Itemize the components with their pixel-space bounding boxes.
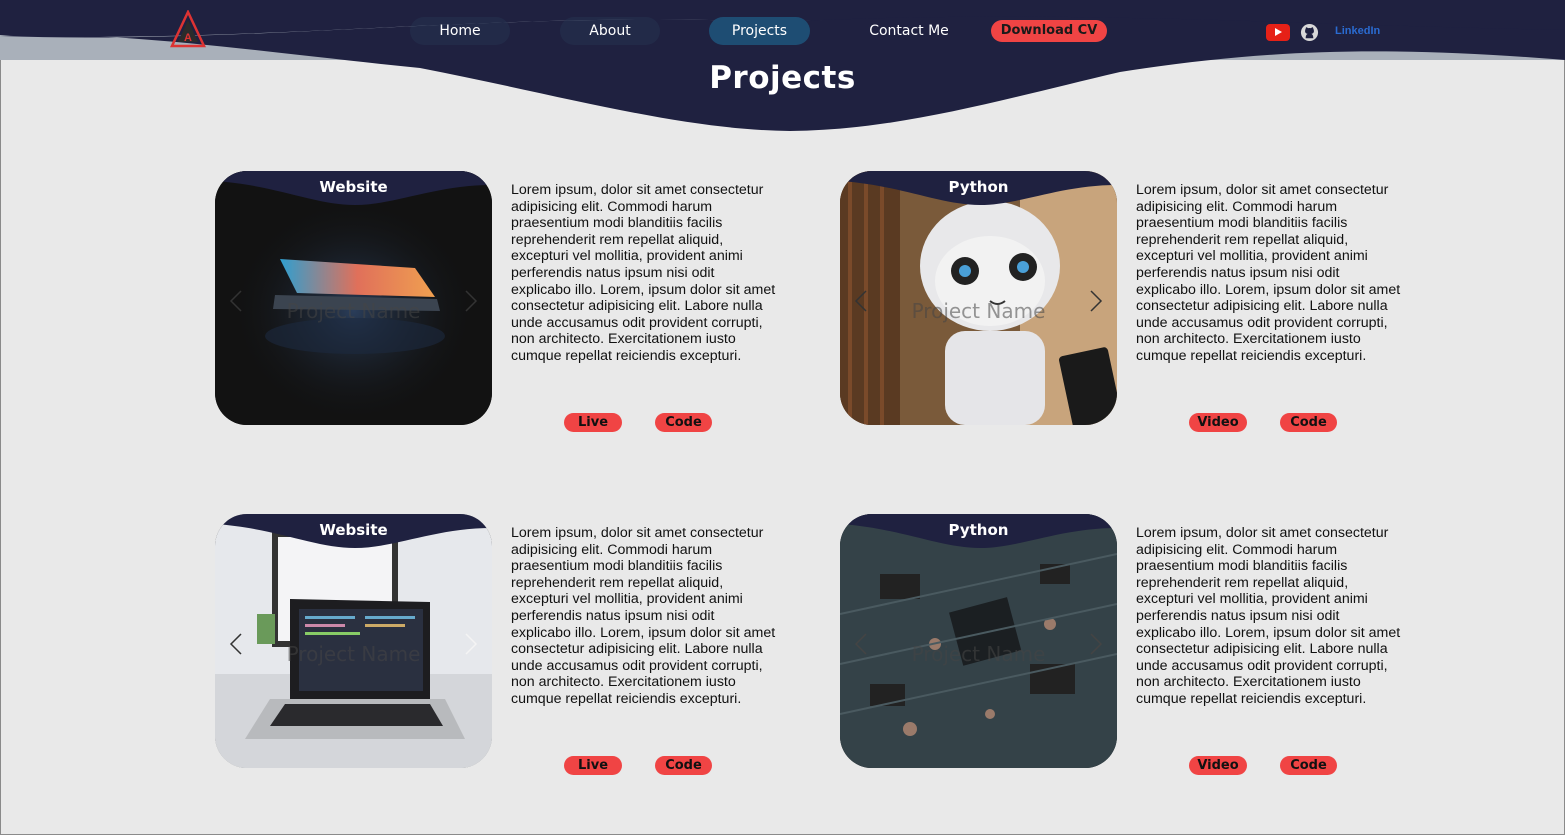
chevron-right-icon[interactable] xyxy=(1089,632,1103,656)
chevron-right-icon[interactable] xyxy=(464,289,478,313)
project-image: Website Project Name xyxy=(215,514,492,768)
chevron-right-icon[interactable] xyxy=(464,632,478,656)
page-title: Projects xyxy=(709,60,856,96)
project-category: Website xyxy=(319,178,388,196)
chevron-left-icon[interactable] xyxy=(229,632,243,656)
project-description: Lorem ipsum, dolor sit amet consectetur … xyxy=(1136,525,1401,707)
code-button[interactable]: Code xyxy=(655,413,712,432)
nav-projects[interactable]: Projects xyxy=(709,17,810,45)
project-card: Website Project Name Lorem ipsum, dolor … xyxy=(215,514,835,775)
chevron-right-icon[interactable] xyxy=(1089,289,1103,313)
video-button[interactable]: Video xyxy=(1189,756,1247,775)
project-image: Python Project Name xyxy=(840,514,1117,768)
github-icon[interactable] xyxy=(1300,23,1319,42)
code-button[interactable]: Code xyxy=(1280,413,1337,432)
project-image: Python Project Name xyxy=(840,171,1117,425)
project-description: Lorem ipsum, dolor sit amet consectetur … xyxy=(511,525,776,707)
project-category: Python xyxy=(948,178,1009,196)
chevron-left-icon[interactable] xyxy=(229,289,243,313)
nav-home[interactable]: Home xyxy=(410,17,510,45)
download-cv-button[interactable]: Download CV xyxy=(991,20,1107,42)
code-button[interactable]: Code xyxy=(655,756,712,775)
top-nav: Home About Projects Contact Me Download … xyxy=(0,17,1565,45)
code-button[interactable]: Code xyxy=(1280,756,1337,775)
project-description: Lorem ipsum, dolor sit amet consectetur … xyxy=(1136,182,1401,364)
live-button[interactable]: Live xyxy=(564,756,622,775)
project-card: Python Project Name Lorem ipsum, dolor s… xyxy=(840,514,1460,775)
project-name: Project Name xyxy=(911,299,1046,323)
project-name: Project Name xyxy=(286,642,421,666)
nav-about[interactable]: About xyxy=(560,17,660,45)
project-category: Website xyxy=(319,521,388,539)
chevron-left-icon[interactable] xyxy=(854,632,868,656)
project-card: Python Project Name Lorem ipsum, dolor s… xyxy=(840,171,1460,432)
video-button[interactable]: Video xyxy=(1189,413,1247,432)
live-button[interactable]: Live xyxy=(564,413,622,432)
linkedin-icon[interactable]: LinkedIn xyxy=(1335,25,1380,43)
project-image: Website Project Name xyxy=(215,171,492,425)
project-name: Project Name xyxy=(911,642,1046,666)
project-description: Lorem ipsum, dolor sit amet consectetur … xyxy=(511,182,776,364)
chevron-left-icon[interactable] xyxy=(854,289,868,313)
project-card: Website Project Name Lorem ipsum, dolor … xyxy=(215,171,835,432)
youtube-icon[interactable] xyxy=(1266,24,1290,41)
project-name: Project Name xyxy=(286,299,421,323)
project-category: Python xyxy=(948,521,1009,539)
nav-contact[interactable]: Contact Me xyxy=(858,17,960,45)
